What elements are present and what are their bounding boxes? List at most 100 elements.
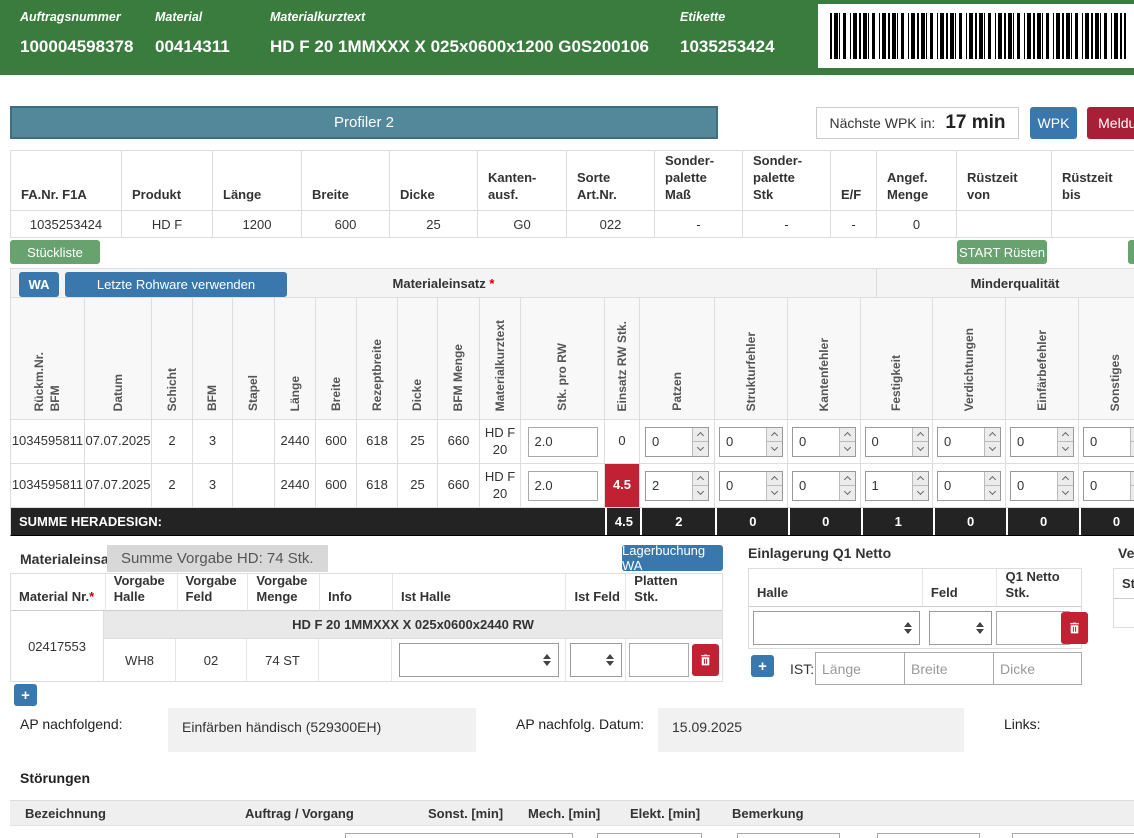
wpk-button[interactable]: WPK <box>1030 107 1077 139</box>
order-number-label: Auftragsnummer <box>20 10 133 24</box>
delete-row-button[interactable] <box>1061 612 1088 644</box>
ist-breite-input[interactable] <box>904 652 994 685</box>
col-mech-min: Mech. [min] <box>528 806 600 821</box>
wa-button[interactable]: WA <box>19 272 59 297</box>
kantenfehler-spinner[interactable] <box>792 427 856 457</box>
strukturfehler-spinner[interactable] <box>719 427 783 457</box>
spin-up-icon[interactable] <box>1058 428 1073 443</box>
sonst-min-input[interactable] <box>597 833 702 838</box>
spin-down-icon[interactable] <box>913 442 928 456</box>
cell-laenge: 2440 <box>275 464 316 508</box>
patzen-input[interactable] <box>646 428 692 456</box>
ist-dicke-input[interactable] <box>993 652 1082 685</box>
strukturfehler-input[interactable] <box>720 428 766 456</box>
verdichtungen-input[interactable] <box>938 428 984 456</box>
ist-feld-select[interactable] <box>570 643 622 677</box>
spin-down-icon[interactable] <box>1058 442 1073 456</box>
bemerkung-input[interactable] <box>1012 833 1134 838</box>
strukturfehler-spinner[interactable] <box>719 471 783 501</box>
stueckliste-button[interactable]: Stückliste <box>10 240 100 264</box>
elekt-min-input[interactable] <box>877 833 980 838</box>
spin-down-icon[interactable] <box>767 486 782 500</box>
stk-pro-rw-input[interactable] <box>528 427 598 457</box>
spin-down-icon[interactable] <box>840 442 855 456</box>
sonstiges-spinner[interactable] <box>1083 427 1134 457</box>
spin-down-icon[interactable] <box>693 442 708 456</box>
spin-up-icon[interactable] <box>840 472 855 487</box>
cell-angef-menge: 0 <box>877 211 957 238</box>
letzte-rohware-button[interactable]: Letzte Rohware verwenden <box>65 272 287 297</box>
spin-down-icon[interactable] <box>913 486 928 500</box>
verdichtungen-input[interactable] <box>938 472 984 500</box>
materialeinsatz-table: Materialeinsatz * Minderqualität WA Letz… <box>10 268 1134 536</box>
truncated-edge-button[interactable] <box>1128 240 1134 264</box>
spin-up-icon[interactable] <box>693 428 708 443</box>
spin-up-icon[interactable] <box>693 472 708 487</box>
add-einlagerung-row-button[interactable]: + <box>751 655 774 677</box>
verdichtungen-spinner[interactable] <box>937 471 1001 501</box>
einfaerbefehler-spinner[interactable] <box>1010 471 1074 501</box>
spin-down-icon[interactable] <box>767 442 782 456</box>
festigkeit-input[interactable] <box>866 428 912 456</box>
einfaerbefehler-input[interactable] <box>1011 472 1057 500</box>
kantenfehler-input[interactable] <box>793 428 839 456</box>
col-stk-pro-rw: Stk. pro RW <box>554 343 570 411</box>
ist-laenge-input[interactable] <box>815 652 905 685</box>
kantenfehler-spinner[interactable] <box>792 471 856 501</box>
festigkeit-spinner[interactable] <box>865 427 929 457</box>
spin-down-icon[interactable] <box>985 442 1000 456</box>
strukturfehler-input[interactable] <box>720 472 766 500</box>
feld-select[interactable] <box>929 611 992 645</box>
spin-down-icon[interactable] <box>985 486 1000 500</box>
spin-up-icon[interactable] <box>985 428 1000 443</box>
cell-schicht: 2 <box>152 464 193 508</box>
material-short-text-field: Materialkurztext HD F 20 1MMXXX X 025x06… <box>270 0 649 57</box>
spin-up-icon[interactable] <box>840 428 855 443</box>
patzen-input[interactable] <box>646 472 692 500</box>
spin-up-icon[interactable] <box>1058 472 1073 487</box>
spin-down-icon[interactable] <box>840 486 855 500</box>
meldung-button[interactable]: Meldung <box>1087 107 1134 139</box>
lagerbuchung-wa-button[interactable]: Lagerbuchung WA <box>622 545 723 571</box>
spin-down-icon[interactable] <box>693 486 708 500</box>
spin-up-icon[interactable] <box>985 472 1000 487</box>
spin-up-icon[interactable] <box>913 428 928 443</box>
einfaerbefehler-spinner[interactable] <box>1010 427 1074 457</box>
festigkeit-input[interactable] <box>866 472 912 500</box>
col-elekt-min: Elekt. [min] <box>630 806 700 821</box>
patzen-spinner[interactable] <box>645 427 709 457</box>
einsatz-platten-input[interactable] <box>629 643 689 677</box>
summe-strukturfehler: 0 <box>715 508 788 535</box>
cell-materialkurztext: HD F 20 <box>480 464 521 508</box>
cell-ruestzeit-bis <box>1052 211 1134 238</box>
sonstiges-spinner[interactable] <box>1083 471 1134 501</box>
patzen-spinner[interactable] <box>645 471 709 501</box>
summe-festigkeit: 1 <box>861 508 933 535</box>
stoerungen-title: Störungen <box>20 770 90 786</box>
cell-rueckm: 1034595811 <box>10 464 85 508</box>
verdichtungen-spinner[interactable] <box>937 427 1001 457</box>
material-short-text-label: Materialkurztext <box>270 10 649 24</box>
col-ist-halle: Ist Halle <box>393 574 566 611</box>
spin-up-icon[interactable] <box>767 428 782 443</box>
mech-min-input[interactable] <box>737 833 840 838</box>
sonstiges-input[interactable] <box>1084 428 1130 456</box>
q1-netto-stk-input[interactable] <box>996 611 1070 645</box>
add-material-row-button[interactable]: + <box>14 684 37 706</box>
spin-down-icon[interactable] <box>1058 486 1073 500</box>
halle-select[interactable] <box>753 611 920 645</box>
material-table-header-row: Material Nr. * Vorgabe Halle Vorgabe Fel… <box>11 574 722 611</box>
select-arrows-icon <box>976 622 984 634</box>
sonstiges-input[interactable] <box>1084 472 1130 500</box>
start-ruesten-button[interactable]: START Rüsten <box>957 240 1047 264</box>
kantenfehler-input[interactable] <box>793 472 839 500</box>
stk-pro-rw-input[interactable] <box>528 471 598 501</box>
delete-row-button[interactable] <box>692 644 719 676</box>
col-schicht: Schicht <box>164 368 180 411</box>
spin-up-icon[interactable] <box>767 472 782 487</box>
auftrag-vorgang-input[interactable] <box>345 833 573 838</box>
einfaerbefehler-input[interactable] <box>1011 428 1057 456</box>
festigkeit-spinner[interactable] <box>865 471 929 501</box>
spin-up-icon[interactable] <box>913 472 928 487</box>
ist-halle-select[interactable] <box>399 643 559 677</box>
